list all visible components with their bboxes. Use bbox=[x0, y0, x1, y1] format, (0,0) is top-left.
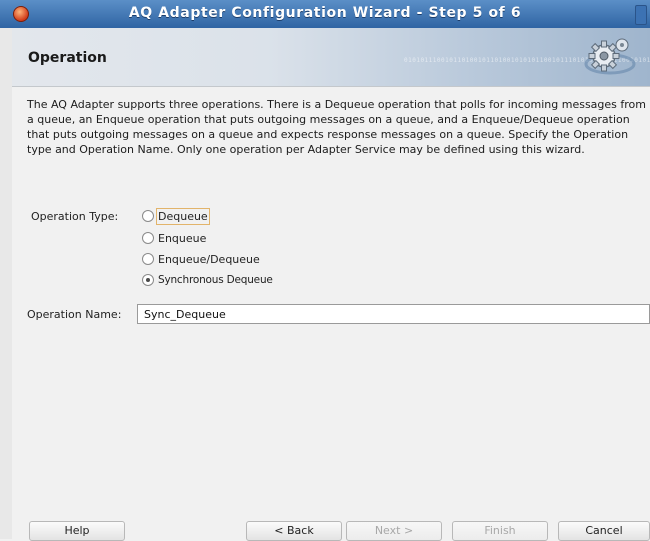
cancel-button[interactable]: Cancel bbox=[558, 521, 650, 541]
radio-label-enqueue-dequeue: Enqueue/Dequeue bbox=[158, 252, 260, 266]
radio-enqueue-dequeue[interactable]: Enqueue/Dequeue bbox=[142, 251, 260, 267]
radio-label-enqueue: Enqueue bbox=[158, 231, 207, 245]
radio-label-dequeue: Dequeue bbox=[156, 207, 210, 225]
next-button[interactable]: Next > bbox=[346, 521, 442, 541]
radio-button[interactable] bbox=[142, 253, 154, 265]
operation-name-input[interactable] bbox=[137, 304, 650, 324]
header-banner: Operation 010101110010110100101101001010… bbox=[12, 28, 650, 87]
radio-dequeue[interactable]: Dequeue bbox=[142, 207, 210, 225]
operation-name-label: Operation Name: bbox=[27, 308, 122, 321]
binary-decoration: 0101011100101101001011010010101011001011… bbox=[404, 57, 650, 64]
finish-button[interactable]: Finish bbox=[452, 521, 548, 541]
window-title: AQ Adapter Configuration Wizard - Step 5… bbox=[128, 5, 522, 21]
radio-button[interactable] bbox=[142, 210, 154, 222]
radio-enqueue[interactable]: Enqueue bbox=[142, 230, 206, 246]
radio-button[interactable] bbox=[142, 232, 154, 244]
radio-button-selected[interactable] bbox=[142, 274, 154, 286]
operation-description: The AQ Adapter supports three operations… bbox=[27, 98, 647, 156]
help-button[interactable]: Help bbox=[29, 521, 125, 541]
operation-type-label: Operation Type: bbox=[31, 210, 119, 223]
page-title: Operation bbox=[28, 50, 107, 66]
title-bar: AQ Adapter Configuration Wizard - Step 5… bbox=[0, 0, 650, 28]
window-left-edge bbox=[0, 28, 12, 539]
radio-synchronous-dequeue[interactable]: Synchronous Dequeue bbox=[142, 272, 273, 288]
radio-label-synchronous-dequeue: Synchronous Dequeue bbox=[158, 274, 273, 286]
window-control-button[interactable] bbox=[635, 5, 647, 25]
back-button[interactable]: < Back bbox=[246, 521, 342, 541]
gear-icon bbox=[584, 38, 636, 75]
